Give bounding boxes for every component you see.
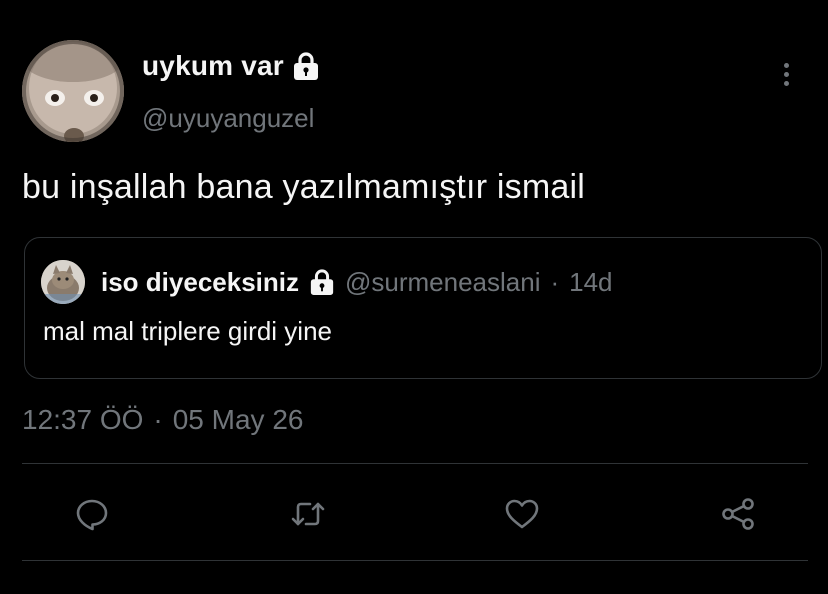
retweet-icon (291, 502, 325, 526)
divider (22, 560, 808, 561)
lock-icon (292, 51, 320, 81)
tweet-timestamp[interactable]: 12:37 ÖÖ · 05 May 26 (22, 404, 303, 436)
divider (22, 463, 808, 464)
tweet-date: 05 May 26 (172, 404, 304, 435)
reply-icon (76, 499, 108, 531)
retweet-button[interactable] (288, 494, 328, 534)
quoted-tweet-header: iso diyeceksiniz @surmeneaslani · 14d (41, 260, 613, 304)
tweet-time: 12:37 ÖÖ (22, 404, 144, 435)
avatar-photo (22, 40, 124, 142)
quoted-author-display-name[interactable]: iso diyeceksiniz (101, 267, 299, 298)
more-dot-icon (783, 80, 789, 86)
quoted-tweet-card[interactable]: iso diyeceksiniz @surmeneaslani · 14d ma… (24, 237, 822, 379)
timestamp-separator: · (153, 404, 163, 435)
more-dot-icon (783, 71, 789, 77)
quoted-author-avatar[interactable] (41, 260, 85, 304)
quoted-separator: · (550, 266, 560, 297)
more-options-button[interactable] (772, 56, 800, 92)
quoted-tweet-age[interactable]: 14d (569, 267, 612, 298)
more-dot-icon (783, 62, 789, 68)
heart-icon (505, 499, 539, 529)
quoted-avatar-photo (41, 260, 85, 304)
quoted-tweet-text: mal mal triplere girdi yine (43, 316, 332, 346)
author-display-name[interactable]: uykum var (142, 50, 284, 82)
author-name-row[interactable]: uykum var (142, 50, 320, 82)
tweet-text: bu inşallah bana yazılmamıştır ismail (22, 168, 585, 206)
author-handle[interactable]: @uyuyanguzel (142, 103, 314, 134)
author-avatar[interactable] (22, 40, 124, 142)
share-icon (722, 498, 754, 530)
quoted-author-handle[interactable]: @surmeneaslani (345, 267, 540, 298)
like-button[interactable] (502, 494, 542, 534)
lock-icon (309, 268, 335, 296)
reply-button[interactable] (72, 494, 112, 534)
share-button[interactable] (718, 494, 758, 534)
